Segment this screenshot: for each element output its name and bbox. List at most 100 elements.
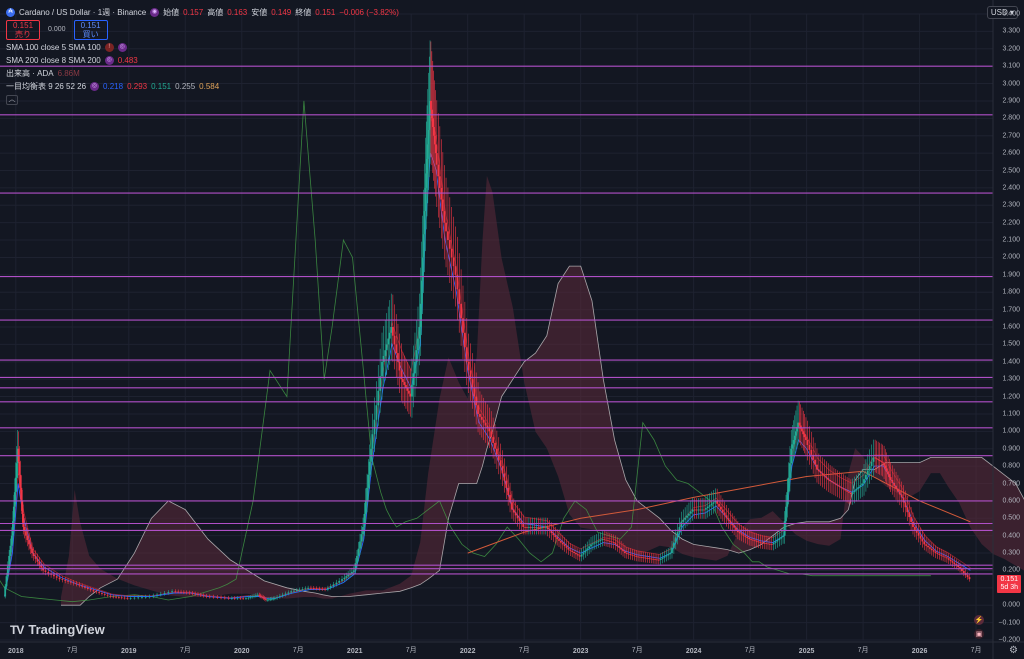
brand-name: TradingView xyxy=(28,622,105,637)
candle-body xyxy=(659,558,662,561)
candle-body xyxy=(672,542,675,548)
candle-body xyxy=(844,489,847,491)
candle-body xyxy=(821,473,824,475)
candle-body xyxy=(603,539,606,540)
candle-body xyxy=(9,545,12,556)
eye-red-icon[interactable]: ! xyxy=(104,43,114,52)
candle-body xyxy=(874,457,877,459)
time-tick-label: 7月 xyxy=(970,647,982,654)
candle-body xyxy=(757,541,760,543)
candle-body xyxy=(364,500,367,514)
candle-body xyxy=(872,457,875,462)
candle-body xyxy=(443,211,446,223)
candle-body xyxy=(20,487,23,501)
candle-body xyxy=(934,551,937,554)
candle-body xyxy=(951,561,954,563)
indicator-row-volume[interactable]: 出来高 · ADA 6.86M xyxy=(6,67,399,80)
candle-body xyxy=(67,580,69,582)
candle-body xyxy=(563,544,566,547)
candle-body xyxy=(352,570,355,572)
calendar-icon[interactable]: ▣ xyxy=(974,629,984,639)
price-tick-label: 1.700 xyxy=(1002,306,1020,314)
candle-body xyxy=(53,574,55,577)
price-tick-label: 1.900 xyxy=(1002,271,1020,279)
candle-body xyxy=(544,526,547,528)
eye-icon[interactable]: ◎ xyxy=(117,43,127,52)
time-tick-label: 2020 xyxy=(233,648,250,655)
tradingview-brand[interactable]: TV TradingView xyxy=(10,622,105,637)
candle-body xyxy=(755,540,758,542)
candle-body xyxy=(137,597,140,599)
alert-icon[interactable]: ⚡ xyxy=(974,615,984,625)
high-label: 高値 xyxy=(207,7,224,17)
replay-icon[interactable]: ◉ xyxy=(150,8,160,17)
indicator-row-sma200[interactable]: SMA 200 close 8 SMA 200 ◎ 0.483 xyxy=(6,54,399,67)
candle-body xyxy=(725,515,728,519)
candle-body xyxy=(144,596,147,598)
candle-body xyxy=(859,485,862,487)
price-tick-label: 0.000 xyxy=(1002,601,1020,609)
candle-body xyxy=(366,487,368,501)
candle-body xyxy=(578,555,581,557)
candle-body xyxy=(402,379,404,383)
candle-body xyxy=(691,509,694,512)
candle-body xyxy=(379,376,382,391)
candle-body xyxy=(208,596,211,598)
candle-body xyxy=(216,597,219,598)
candle-body xyxy=(381,361,383,377)
eye-icon[interactable]: ◎ xyxy=(104,56,114,65)
candle-body xyxy=(682,519,685,522)
collapse-legend-button[interactable]: ︿ xyxy=(6,95,18,105)
price-tick-label: 2.600 xyxy=(1002,149,1020,157)
candle-body xyxy=(885,468,888,472)
candle-body xyxy=(92,590,95,592)
candle-body xyxy=(794,431,797,436)
candle-body xyxy=(699,509,702,511)
candle-body xyxy=(159,593,162,595)
indicator-row-sma100[interactable]: SMA 100 close 5 SMA 100 ! ◎ xyxy=(6,41,399,54)
bar-countdown: 5d 3h xyxy=(1000,583,1018,591)
price-tick-label: 3.200 xyxy=(1002,45,1020,53)
time-tick-label: 7月 xyxy=(631,647,643,654)
candle-body xyxy=(803,434,806,438)
chart-title[interactable]: Cardano / US Dollar · 1週 · Binance xyxy=(19,8,146,18)
candle-body xyxy=(233,598,236,600)
indicator-label: SMA 100 close 5 SMA 100 xyxy=(6,42,101,52)
candle-body xyxy=(586,548,589,551)
candle-body xyxy=(440,187,443,200)
sell-button[interactable]: 0.151 売り xyxy=(6,20,41,40)
candle-body xyxy=(354,563,357,571)
candle-body xyxy=(360,534,363,542)
candle-body xyxy=(227,597,230,599)
price-tick-label: 1.200 xyxy=(1002,393,1020,401)
candle-body xyxy=(676,532,679,538)
candle-body xyxy=(767,543,769,545)
candle-body xyxy=(750,539,752,540)
time-tick-label: 7月 xyxy=(518,647,530,654)
candle-body xyxy=(966,575,969,578)
candle-body xyxy=(120,597,123,599)
candle-body xyxy=(230,598,233,600)
candle-body xyxy=(391,327,394,336)
candle-body xyxy=(848,491,850,493)
candle-body xyxy=(205,595,208,597)
candle-body xyxy=(347,574,350,577)
indicator-row-ichimoku[interactable]: 一目均衡表 9 26 52 26 ◎ 0.218 0.293 0.151 0.2… xyxy=(6,80,399,93)
candle-body xyxy=(584,550,587,553)
candle-body xyxy=(642,557,645,559)
candle-body xyxy=(332,584,335,587)
candle-body xyxy=(89,588,92,591)
eye-icon[interactable]: ◎ xyxy=(90,82,100,91)
candle-body xyxy=(588,546,591,549)
candle-body xyxy=(475,396,478,406)
sell-price: 0.151 xyxy=(13,21,34,30)
indicator-label: SMA 200 close 8 SMA 200 xyxy=(6,55,101,65)
candle-body xyxy=(575,553,577,555)
candle-body xyxy=(925,544,928,546)
buy-button[interactable]: 0.151 買い xyxy=(73,20,108,40)
last-price-tag: 0.151 5d 3h xyxy=(997,574,1021,593)
cardano-logo-icon: ₳ xyxy=(6,8,15,17)
settings-gear-icon[interactable]: ⚙ xyxy=(1009,645,1018,656)
candle-body xyxy=(503,473,506,481)
candle-body xyxy=(256,594,259,596)
